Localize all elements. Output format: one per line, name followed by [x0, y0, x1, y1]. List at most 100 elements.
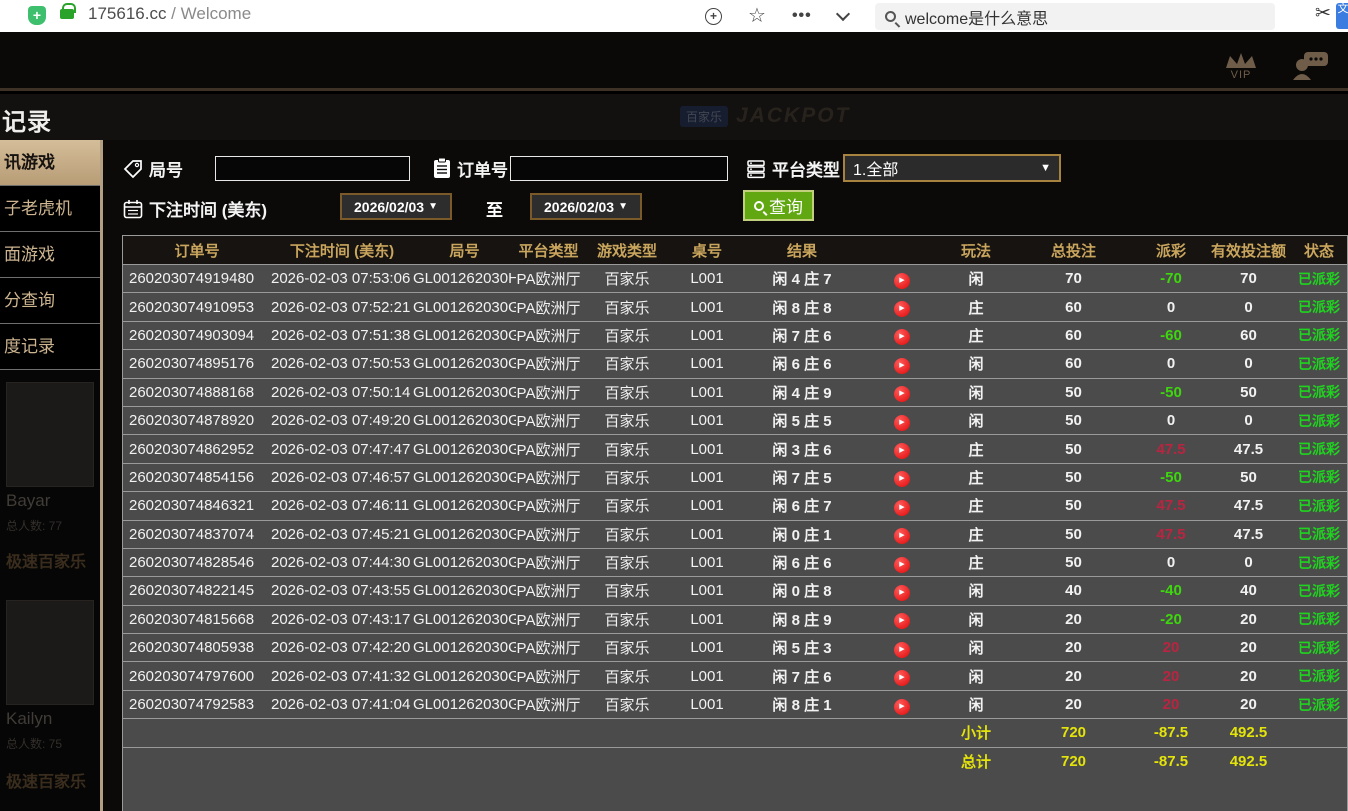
- table-cell: 60: [1011, 327, 1136, 344]
- page-title: 记录: [2, 102, 52, 137]
- replay-play-icon[interactable]: ▶: [894, 528, 910, 544]
- column-header: 有效投注额: [1206, 240, 1291, 261]
- table-cell: 已派彩: [1291, 666, 1347, 686]
- replay-play-icon[interactable]: ▶: [894, 585, 910, 601]
- round-number-label-group: 局号: [123, 156, 183, 181]
- date-from-value: 2026/02/03: [354, 199, 424, 215]
- background-jackpot-text: JACKPOT: [736, 104, 850, 128]
- zoom-icon[interactable]: +: [705, 8, 722, 25]
- table-cell: 庄: [941, 495, 1011, 516]
- table-cell: -40: [1136, 582, 1206, 599]
- table-cell: PA欧洲厅: [516, 666, 581, 687]
- table-cell: 百家乐: [581, 297, 673, 318]
- table-cell: 闲: [941, 666, 1011, 687]
- summary-row: 小计720-87.5492.5: [123, 718, 1347, 746]
- title-band: 记录 百家乐 JACKPOT: [0, 94, 1348, 140]
- table-cell: 闲 8 庄 8: [741, 297, 863, 318]
- column-header: 桌号: [673, 240, 741, 261]
- replay-play-icon[interactable]: ▶: [894, 670, 910, 686]
- table-cell: 50: [1011, 469, 1136, 486]
- search-button-label: 查询: [769, 193, 803, 218]
- column-header: 派彩: [1136, 240, 1206, 261]
- table-cell: 260203074797600: [123, 668, 271, 685]
- replay-play-icon[interactable]: ▶: [894, 471, 910, 487]
- table-row: 2602030749030942026-02-03 07:51:38GL0012…: [123, 321, 1347, 349]
- replay-play-icon[interactable]: ▶: [894, 301, 910, 317]
- date-to-picker[interactable]: 2026/02/03 ▼: [530, 193, 642, 220]
- date-from-picker[interactable]: 2026/02/03 ▼: [340, 193, 452, 220]
- table-cell: 百家乐: [581, 580, 673, 601]
- secure-lock-icon[interactable]: [60, 9, 74, 19]
- replay-play-icon[interactable]: ▶: [894, 642, 910, 658]
- more-options-icon[interactable]: •••: [792, 7, 812, 25]
- sidebar-item[interactable]: 面游戏: [0, 232, 100, 278]
- table-cell: 已派彩: [1291, 297, 1347, 317]
- address-bar[interactable]: 175616.cc / Welcome: [88, 4, 251, 24]
- table-row: 2602030748629522026-02-03 07:47:47GL0012…: [123, 434, 1347, 462]
- bookmark-star-icon[interactable]: ☆: [748, 6, 766, 26]
- table-cell: 闲 5 庄 3: [741, 637, 863, 658]
- adblock-shield-icon[interactable]: +: [28, 6, 46, 25]
- table-cell: 2026-02-03 07:41:04: [271, 696, 413, 713]
- table-cell: 2026-02-03 07:41:32: [271, 668, 413, 685]
- table-cell: 260203074910953: [123, 299, 271, 316]
- table-row: 2602030748156682026-02-03 07:43:17GL0012…: [123, 605, 1347, 633]
- table-cell: 0: [1206, 299, 1291, 316]
- platform-type-select[interactable]: 1.全部 ▼: [843, 154, 1061, 182]
- replay-play-icon[interactable]: ▶: [894, 273, 910, 289]
- search-button[interactable]: 查询: [743, 190, 814, 221]
- replay-play-icon[interactable]: ▶: [894, 500, 910, 516]
- sidebar-item[interactable]: 度记录: [0, 324, 100, 370]
- table-cell: 260203074805938: [123, 639, 271, 656]
- order-number-input[interactable]: [510, 156, 728, 181]
- column-header: 平台类型: [516, 240, 581, 261]
- url-host: 175616.cc: [88, 4, 166, 23]
- table-cell: 260203074895176: [123, 355, 271, 372]
- screenshot-scissors-icon[interactable]: ✂: [1315, 2, 1331, 25]
- replay-play-icon[interactable]: ▶: [894, 358, 910, 374]
- table-cell: L001: [673, 270, 741, 287]
- chevron-down-icon[interactable]: [836, 6, 850, 20]
- search-suggestion-pill[interactable]: welcome是什么意思: [875, 3, 1275, 30]
- table-cell: -70: [1136, 270, 1206, 287]
- records-table: 订单号下注时间 (美东)局号平台类型游戏类型桌号结果玩法总投注派彩有效投注额状态…: [122, 235, 1348, 811]
- vip-button[interactable]: VIP: [1224, 52, 1258, 82]
- replay-play-icon[interactable]: ▶: [894, 557, 910, 573]
- table-row: 2602030748463212026-02-03 07:46:11GL0012…: [123, 491, 1347, 519]
- table-cell: 60: [1011, 355, 1136, 372]
- table-cell: 已派彩: [1291, 695, 1347, 715]
- table-cell: 50: [1011, 526, 1136, 543]
- table-cell: 0: [1136, 299, 1206, 316]
- table-cell: PA欧洲厅: [516, 524, 581, 545]
- replay-play-icon[interactable]: ▶: [894, 329, 910, 345]
- table-cell: ▶: [863, 325, 941, 345]
- sidebar-item[interactable]: 子老虎机: [0, 186, 100, 232]
- table-header-row: 订单号下注时间 (美东)局号平台类型游戏类型桌号结果玩法总投注派彩有效投注额状态: [123, 236, 1347, 264]
- table-cell: 70: [1011, 270, 1136, 287]
- sidebar-item[interactable]: 分查询: [0, 278, 100, 324]
- table-cell: 已派彩: [1291, 411, 1347, 431]
- table-cell: 2026-02-03 07:46:11: [271, 497, 413, 514]
- table-cell: 260203074837074: [123, 526, 271, 543]
- table-cell: -20: [1136, 611, 1206, 628]
- replay-play-icon[interactable]: ▶: [894, 443, 910, 459]
- customer-service-button[interactable]: [1292, 52, 1328, 82]
- table-cell: 60: [1206, 327, 1291, 344]
- sidebar-item[interactable]: 讯游戏: [0, 140, 100, 186]
- table-cell: 百家乐: [581, 637, 673, 658]
- translate-icon[interactable]: 文: [1336, 3, 1348, 29]
- replay-play-icon[interactable]: ▶: [894, 415, 910, 431]
- table-cell: 50: [1011, 441, 1136, 458]
- table-cell: 2026-02-03 07:53:06: [271, 270, 413, 287]
- replay-play-icon[interactable]: ▶: [894, 386, 910, 402]
- table-cell: GL001262030GQ: [413, 526, 516, 543]
- table-cell: 60: [1011, 299, 1136, 316]
- replay-play-icon[interactable]: ▶: [894, 613, 910, 629]
- table-cell: 已派彩: [1291, 382, 1347, 402]
- table-cell: PA欧洲厅: [516, 410, 581, 431]
- replay-play-icon[interactable]: ▶: [894, 699, 910, 715]
- table-cell: 百家乐: [581, 382, 673, 403]
- table-cell: 已派彩: [1291, 467, 1347, 487]
- round-number-input[interactable]: [215, 156, 410, 181]
- table-cell: ▶: [863, 496, 941, 516]
